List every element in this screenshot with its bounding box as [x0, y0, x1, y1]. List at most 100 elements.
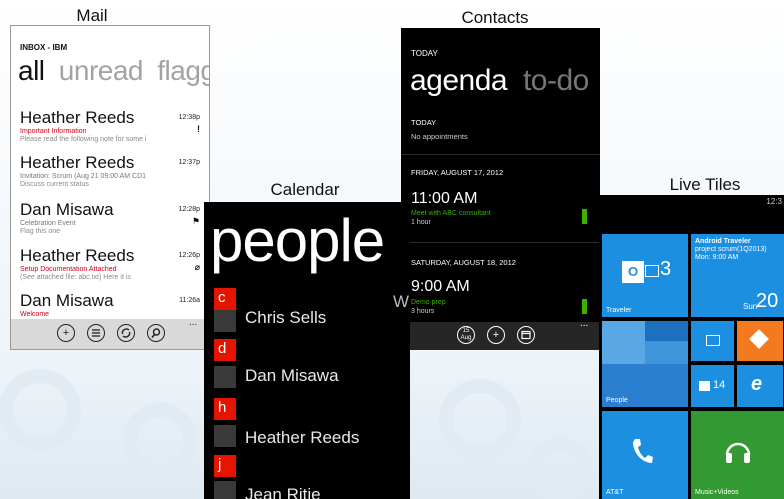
search-button[interactable] [147, 324, 165, 342]
mail-time: 12:26p [178, 252, 200, 259]
mail-list-item[interactable]: Heather Reeds 12:37p Invitation: Scrum (… [20, 153, 205, 195]
sync-button[interactable] [117, 324, 135, 342]
calendar-tile-line2: project scrum(1Q2013) [695, 246, 767, 253]
appointment-title[interactable]: Meet with ABC consultant [411, 210, 491, 217]
appointment-time[interactable]: 11:00 AM [411, 190, 477, 208]
mail-preview: Flag this one [20, 228, 61, 235]
new-appointment-button[interactable]: + [487, 326, 505, 344]
people-tile[interactable]: People [602, 321, 688, 407]
group-letter-h[interactable]: h [214, 398, 236, 420]
no-appointments-text: No appointments [411, 132, 468, 141]
game-tile[interactable] [737, 321, 783, 361]
pivot-all[interactable]: all [18, 55, 45, 86]
divider [401, 154, 600, 155]
contact-name[interactable]: Dan Misawa [245, 366, 339, 386]
mail-list-item[interactable]: Heather Reeds 12:26p Setup Documentation… [20, 246, 205, 288]
list-icon [92, 329, 100, 337]
select-list-button[interactable] [87, 324, 105, 342]
mail-preview: Please read the following note for some … [20, 136, 147, 143]
mail-list-item[interactable]: Heather Reeds 12:38p Important Informati… [20, 108, 205, 150]
mail-time: 12:38p [178, 114, 200, 121]
appointment-status-bar [582, 299, 587, 314]
mail-pivot-bar: all unread flagg [18, 55, 209, 87]
mail-preview: (See attached file: abc.txt) Here it is [20, 274, 131, 281]
appointment-title[interactable]: Demo prep [411, 299, 446, 306]
contact-name[interactable]: Heather Reeds [245, 428, 359, 448]
day-header: SATURDAY, AUGUST 18, 2012 [411, 258, 516, 267]
mail-phone-screen: INBOX - IBM all unread flagg Heather Ree… [10, 25, 210, 350]
internet-explorer-tile[interactable]: e [737, 365, 783, 407]
agenda-app-bar: 15 Aug + ... [401, 318, 600, 350]
group-letter-j[interactable]: j [214, 455, 236, 477]
calendar-live-tile[interactable]: Android Traveler project scrum(1Q2013) M… [691, 234, 784, 317]
appointment-time[interactable]: 9:00 AM [411, 278, 470, 296]
headphones-icon [725, 442, 751, 463]
more-options-button[interactable]: ... [580, 318, 588, 329]
mail-subject: Setup Documentation Attached [20, 266, 117, 273]
tile-label: AT&T [606, 489, 624, 496]
calendar-tile-line3: Mon: 9:00 AM [695, 254, 739, 261]
live-tiles-phone-screen: 12:3 O 3 Traveler Android Traveler proje… [599, 195, 784, 499]
mail-sender: Dan Misawa [20, 291, 114, 310]
mail-sender: Heather Reeds [20, 246, 135, 265]
mail-list-item[interactable]: Dan Misawa 12:28p Celebration Event Flag… [20, 200, 205, 242]
people-mosaic [645, 321, 688, 341]
music-videos-tile[interactable]: Music+Videos [691, 411, 784, 499]
avatar [214, 310, 236, 332]
tile-label: Traveler [606, 307, 632, 314]
calendar-view-button[interactable] [517, 326, 535, 344]
mail-sender: Dan Misawa [20, 200, 114, 219]
tile-label: People [606, 397, 628, 404]
today-month: Aug [460, 335, 472, 341]
today-section-label: TODAY [411, 118, 437, 127]
pivot-to-do[interactable]: to-do [523, 64, 589, 97]
important-icon: ! [197, 124, 200, 134]
contact-name[interactable]: Chris Sells [245, 308, 326, 328]
caption-mail: Mail [76, 6, 108, 25]
more-options-button[interactable]: ... [189, 317, 197, 328]
pivot-flagged[interactable]: flagg [157, 55, 209, 86]
today-button[interactable]: 15 Aug [457, 326, 475, 344]
group-letter-c[interactable]: c [214, 288, 236, 310]
store-count: 14 [713, 379, 726, 391]
calendar-tile-line1: Android Traveler [695, 238, 751, 245]
envelope-icon [645, 265, 659, 277]
people-mosaic [602, 321, 645, 364]
calendar-icon [521, 330, 531, 340]
mail-app-bar: + ... [11, 317, 209, 349]
agenda-pivot-bar: agenda to-do [410, 64, 589, 98]
status-time: 12:3 [766, 197, 782, 206]
agenda-header: TODAY [411, 49, 438, 58]
messaging-tile[interactable] [691, 321, 734, 361]
outlook-icon: O [622, 261, 644, 283]
store-icon [699, 381, 710, 391]
pivot-unread[interactable]: unread [59, 55, 144, 86]
attachment-icon: ⌀ [194, 262, 200, 272]
group-letter-d[interactable]: d [214, 339, 236, 361]
mail-subject: Welcome [20, 311, 50, 318]
internet-explorer-icon: e [751, 373, 763, 395]
phone-icon [633, 439, 653, 463]
mail-sender: Heather Reeds [20, 108, 135, 127]
mail-time: 11:26a [179, 297, 200, 304]
sync-icon [121, 328, 131, 338]
contact-name[interactable]: Jean Ritie [245, 485, 321, 499]
phone-tile[interactable]: AT&T [602, 411, 688, 499]
traveler-tile[interactable]: O 3 Traveler [602, 234, 688, 317]
pivot-agenda[interactable]: agenda [410, 64, 508, 97]
appointment-duration: 1 hour [411, 219, 431, 226]
new-mail-button[interactable]: + [57, 324, 75, 342]
mail-time: 12:28p [178, 206, 200, 213]
avatar [214, 481, 236, 499]
search-icon [151, 328, 161, 339]
mail-account-title: INBOX - IBM [20, 43, 68, 52]
today-day: 15 [462, 328, 470, 334]
flag-icon: ⚑ [191, 216, 200, 226]
mail-sender: Heather Reeds [20, 153, 135, 172]
store-tile[interactable]: 14 [691, 365, 734, 407]
divider [401, 242, 600, 243]
mail-subject: Invitation: Scrum (Aug 21 09:00 AM CD1 [20, 173, 147, 180]
caption-live-tiles: Live Tiles [669, 175, 741, 194]
tile-label: Music+Videos [695, 489, 739, 496]
caption-contacts: Contacts [461, 8, 529, 27]
